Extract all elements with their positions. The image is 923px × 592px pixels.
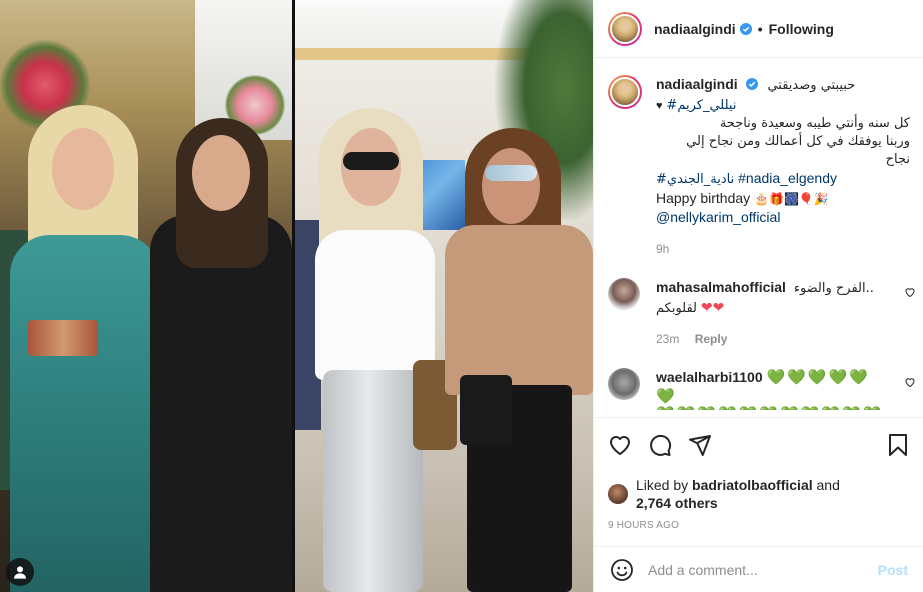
following-button[interactable]: Following [769,21,834,37]
commenter-username[interactable]: mahasalmahofficial [656,279,786,295]
caption-body: nadiaalgindi حبيبتي وصديقتي ♥ #نيللي_كري… [656,75,910,258]
commenter-username[interactable]: waelalharbi1100 [656,369,763,385]
commenter-avatar[interactable] [608,368,640,400]
black-outfit [150,215,292,592]
author-avatar[interactable] [608,11,642,46]
caption-avatar[interactable] [608,75,642,109]
caption-heart: ♥ [656,100,663,112]
likes-summary: Liked by badriatolbaofficial and 2,764 o… [608,476,910,512]
emoji-icon[interactable] [610,558,634,582]
comment-text-2: لقلوبكم [656,301,698,316]
header-separator: • [757,20,763,37]
birthday-emojis: 🎂🎁🎆🎈🎉 [754,192,829,206]
author-username[interactable]: nadiaalgindi [654,21,736,37]
likes-and: and [816,477,840,493]
verified-badge-icon [739,22,752,35]
comment-green-hearts-2: 💚💚💚💚💚💚💚💚💚💚💚 [656,406,886,410]
silver-pants [323,370,423,592]
comment-like-heart-icon[interactable] [904,376,916,388]
comments-scroll-area[interactable]: nadiaalgindi حبيبتي وصديقتي ♥ #نيللي_كري… [594,59,923,417]
hashtag-nelly-karim[interactable]: #نيللي_كريم [666,98,736,113]
liker-avatar[interactable] [608,484,628,504]
birthday-text: Happy birthday [656,190,751,206]
comment-hearts: ❤❤ [700,299,725,315]
user-tag-icon [14,566,26,579]
post-side-panel: nadiaalgindi • Following nadiaalgindi حب… [593,0,923,592]
comment-like-heart-icon[interactable] [904,286,916,298]
tagged-users-button[interactable] [6,558,34,586]
photo-left-panel [0,0,292,592]
caption-line-1: حبيبتي وصديقتي [767,78,856,93]
caption-line-4: وربنا يوفقك في كل أعمالك ومن نجاح إلي [686,134,910,149]
post-timestamp[interactable]: 9 HOURS AGO [608,520,910,531]
add-comment-bar: Post [594,546,923,592]
caption-line-3: كل سنه وأنتي طيبه وسعيدة وناجحة [719,116,910,131]
embroidered-belt [28,320,98,356]
fringe-bag [460,375,512,445]
white-top [315,230,435,380]
comment: mahasalmahofficial الفرح والضوء.. لقلوبك… [608,278,915,348]
woman-brown-face [482,148,540,224]
hashtag-nadia-elgendy-ar[interactable]: #نادية_الجندي [656,172,734,187]
comment-text-1: الفرح والضوء.. [793,281,874,296]
reply-button[interactable]: Reply [695,332,728,346]
photo-right-panel [295,0,593,592]
woman-blonde-face [52,128,114,210]
mirrored-sunglasses [485,165,537,181]
comment-input[interactable] [648,561,878,578]
post-actions: Liked by badriatolbaofficial and 2,764 o… [594,417,923,531]
caption-username[interactable]: nadiaalgindi [656,76,738,92]
beige-jacket [445,225,593,395]
hashtag-nadia-elgendy[interactable]: #nadia_elgendy [738,170,837,186]
heart-icon[interactable] [608,433,632,457]
comment: waelalharbi1100 💚💚💚💚💚💚 💚💚💚💚💚💚💚💚💚💚💚 💚💚💚💚💚… [608,368,915,410]
teal-dress [10,235,160,592]
action-bar [608,432,910,458]
comment-body: mahasalmahofficial الفرح والضوء.. لقلوبك… [656,278,910,348]
likes-count[interactable]: 2,764 others [636,495,718,511]
comment-time[interactable]: 23m [656,332,679,346]
comment-meta: 23m Reply [656,330,886,348]
caption-time[interactable]: 9h [656,240,910,258]
woman-dark-face [192,135,250,211]
share-icon[interactable] [688,433,712,457]
commenter-avatar[interactable] [608,278,640,310]
caption-line-5: نجاح [885,152,910,167]
post-comment-button[interactable]: Post [878,562,908,578]
bookmark-icon[interactable] [886,433,910,457]
comment-icon[interactable] [648,433,672,457]
sunglasses [343,152,399,170]
post-image[interactable] [0,0,593,592]
caption: nadiaalgindi حبيبتي وصديقتي ♥ #نيللي_كري… [608,75,910,258]
verified-badge-icon [745,78,758,90]
instagram-post: nadiaalgindi • Following nadiaalgindi حب… [0,0,923,592]
liker-username[interactable]: badriatolbaofficial [692,477,813,493]
mention-nellykarim[interactable]: @nellykarim_official [656,209,780,225]
comment-body: waelalharbi1100 💚💚💚💚💚💚 💚💚💚💚💚💚💚💚💚💚💚 💚💚💚💚💚… [656,368,910,410]
likes-prefix: Liked by [636,477,689,493]
post-header: nadiaalgindi • Following [594,0,923,58]
